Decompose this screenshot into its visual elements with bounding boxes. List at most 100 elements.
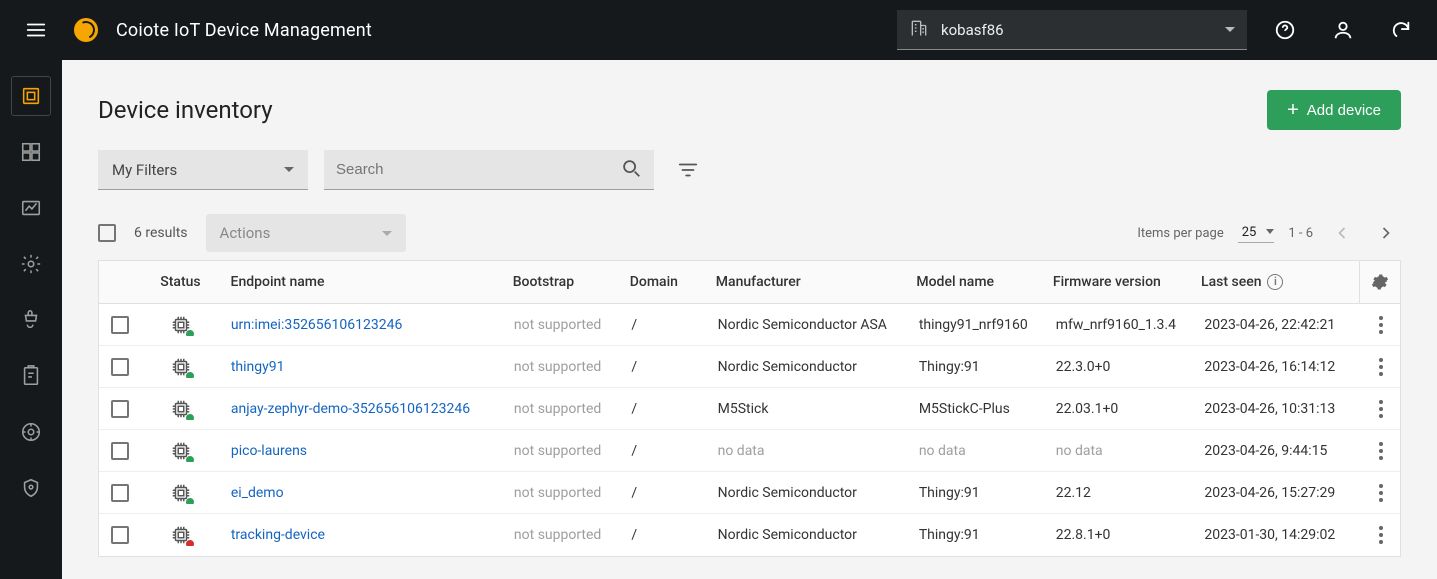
endpoint-link[interactable]: tracking-device	[231, 527, 325, 543]
sidebar-item-tasks[interactable]	[17, 362, 45, 390]
chevron-down-icon	[284, 167, 294, 172]
left-sidebar	[0, 60, 62, 579]
device-table: Status Endpoint name Bootstrap Domain Ma…	[98, 260, 1401, 557]
search-field-wrap	[324, 150, 654, 190]
firmware-value: 22.3.0+0	[1056, 359, 1111, 375]
sidebar-item-device-inventory[interactable]	[17, 82, 45, 110]
model-value: M5StickC-Plus	[919, 401, 1010, 417]
status-dot	[186, 498, 194, 504]
row-checkbox[interactable]	[111, 316, 129, 334]
last-seen-value: 2023-04-26, 22:42:21	[1204, 317, 1335, 333]
filter-list-button[interactable]	[670, 152, 706, 188]
sidebar-item-integrations[interactable]	[17, 306, 45, 334]
app-logo-icon	[74, 18, 98, 42]
my-filters-dropdown[interactable]: My Filters	[98, 150, 308, 190]
search-input[interactable]	[336, 161, 620, 178]
last-seen-value: 2023-04-26, 10:31:13	[1204, 401, 1335, 417]
endpoint-link[interactable]: ei_demo	[231, 485, 284, 501]
row-checkbox[interactable]	[111, 526, 129, 544]
col-status[interactable]: Status	[140, 261, 220, 303]
sidebar-item-dashboard[interactable]	[17, 138, 45, 166]
row-actions-button[interactable]	[1372, 400, 1390, 418]
last-seen-value: 2023-04-26, 15:27:29	[1204, 485, 1335, 501]
sidebar-item-automation[interactable]	[17, 418, 45, 446]
endpoint-link[interactable]: pico-laurens	[231, 443, 307, 459]
col-firmware[interactable]: Firmware version	[1043, 261, 1191, 303]
items-per-page-label: Items per page	[1137, 226, 1223, 241]
model-value: thingy91_nrf9160	[919, 317, 1028, 333]
prev-page-button[interactable]	[1327, 218, 1357, 248]
manufacturer-value: M5Stick	[718, 401, 769, 417]
col-manufacturer[interactable]: Manufacturer	[706, 261, 907, 303]
chevron-down-icon	[1225, 27, 1235, 32]
row-actions-button[interactable]	[1372, 526, 1390, 544]
bootstrap-value: not supported	[514, 317, 601, 333]
table-row: ei_demo not supported / Nordic Semiconducto…	[99, 472, 1400, 514]
model-value: Thingy:91	[919, 485, 980, 501]
chip-icon	[170, 398, 192, 420]
endpoint-link[interactable]: thingy91	[231, 359, 285, 375]
manufacturer-value: Nordic Semiconductor ASA	[718, 317, 887, 333]
table-header: Status Endpoint name Bootstrap Domain Ma…	[99, 261, 1400, 304]
my-filters-label: My Filters	[112, 161, 177, 179]
domain-value: /	[631, 527, 637, 543]
search-icon[interactable]	[620, 157, 642, 183]
info-icon[interactable]: i	[1267, 274, 1283, 290]
firmware-value: 22.8.1+0	[1056, 527, 1111, 543]
col-model[interactable]: Model name	[906, 261, 1043, 303]
account-button[interactable]	[1323, 10, 1363, 50]
table-row: pico-laurensnot supported/no datano data…	[99, 430, 1400, 472]
column-settings-button[interactable]	[1359, 261, 1400, 303]
firmware-value: 22.12	[1056, 485, 1091, 501]
manufacturer-value: no data	[718, 443, 765, 459]
row-checkbox[interactable]	[111, 484, 129, 502]
table-row: urn:imei:352656106123246 not supported / No…	[99, 304, 1400, 346]
hamburger-menu-button[interactable]	[16, 10, 56, 50]
domain-value: /	[631, 401, 637, 417]
col-domain[interactable]: Domain	[620, 261, 706, 303]
domain-value: /	[631, 359, 637, 375]
domain-value: /	[631, 317, 637, 333]
sidebar-item-settings[interactable]	[17, 250, 45, 278]
row-actions-button[interactable]	[1372, 484, 1390, 502]
refresh-button[interactable]	[1381, 10, 1421, 50]
bootstrap-value: not supported	[514, 485, 601, 501]
table-row: tracking-devicenot supported/Nordic Semi…	[99, 514, 1400, 556]
col-bootstrap[interactable]: Bootstrap	[503, 261, 620, 303]
endpoint-link[interactable]: anjay-zephyr-demo-352656106123246	[231, 401, 470, 417]
bulk-actions-dropdown[interactable]: Actions	[206, 214, 406, 252]
sidebar-item-security[interactable]	[17, 474, 45, 502]
row-checkbox[interactable]	[111, 358, 129, 376]
row-actions-button[interactable]	[1372, 316, 1390, 334]
model-value: Thingy:91	[919, 359, 980, 375]
select-all-checkbox[interactable]	[98, 224, 116, 242]
building-icon	[909, 18, 929, 42]
tenant-selector[interactable]: kobasf86	[897, 10, 1247, 50]
domain-value: /	[631, 485, 637, 501]
endpoint-link[interactable]: urn:imei:352656106123246	[231, 317, 403, 333]
items-per-page-select[interactable]: 25	[1238, 223, 1275, 243]
row-actions-button[interactable]	[1372, 442, 1390, 460]
row-actions-button[interactable]	[1372, 358, 1390, 376]
model-value: no data	[919, 443, 966, 459]
table-row: anjay-zephyr-demo-352656106123246not sup…	[99, 388, 1400, 430]
sidebar-item-analytics[interactable]	[17, 194, 45, 222]
col-endpoint[interactable]: Endpoint name	[221, 261, 503, 303]
chip-icon	[170, 524, 192, 546]
row-checkbox[interactable]	[111, 400, 129, 418]
row-checkbox[interactable]	[111, 442, 129, 460]
col-last-seen[interactable]: Last seen i	[1191, 261, 1359, 303]
manufacturer-value: Nordic Semiconductor	[718, 485, 857, 501]
bootstrap-value: not supported	[514, 359, 601, 375]
help-button[interactable]	[1265, 10, 1305, 50]
bootstrap-value: not supported	[514, 527, 601, 543]
status-dot	[186, 330, 194, 336]
last-seen-value: 2023-04-26, 16:14:12	[1204, 359, 1335, 375]
status-dot	[186, 372, 194, 378]
last-seen-value: 2023-01-30, 14:29:02	[1204, 527, 1335, 543]
add-device-button[interactable]: + Add device	[1267, 90, 1401, 130]
next-page-button[interactable]	[1371, 218, 1401, 248]
tenant-name: kobasf86	[941, 21, 1004, 39]
main-content: Device inventory + Add device My Filters	[62, 60, 1437, 579]
firmware-value: 22.03.1+0	[1056, 401, 1119, 417]
